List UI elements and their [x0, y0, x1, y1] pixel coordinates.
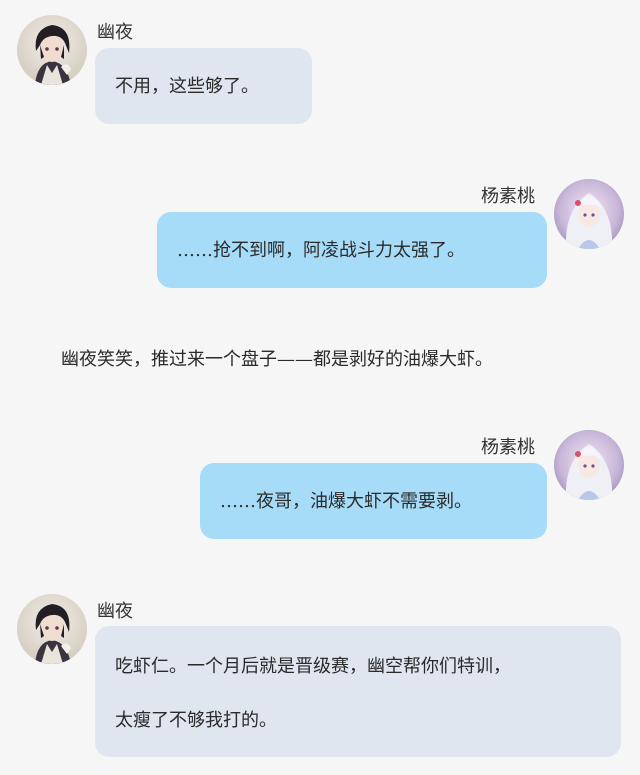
- sender-name: 幽夜: [97, 22, 133, 43]
- white-haired-girl-avatar-icon: [554, 430, 624, 500]
- message-bubble[interactable]: 吃虾仁。一个月后就是晋级赛，幽空帮你们特训， 太瘦了不够我打的。: [95, 626, 621, 757]
- dark-haired-boy-avatar-icon: [17, 15, 87, 85]
- narration-text: 幽夜笑笑，推过来一个盘子——都是剥好的油爆大虾。: [61, 349, 493, 370]
- message-bubble[interactable]: ……抢不到啊，阿凌战斗力太强了。: [157, 212, 547, 288]
- message-text: ……抢不到啊，阿凌战斗力太强了。: [177, 240, 465, 261]
- youye-avatar[interactable]: [17, 15, 87, 85]
- message-bubble[interactable]: 不用，这些够了。: [95, 48, 312, 124]
- message-text: ……夜哥，油爆大虾不需要剥。: [220, 491, 472, 512]
- youye-avatar[interactable]: [17, 594, 87, 664]
- sender-name: 杨素桃: [481, 437, 535, 458]
- yangsutao-avatar[interactable]: [554, 430, 624, 500]
- sender-name: 幽夜: [97, 601, 133, 622]
- white-haired-girl-avatar-icon: [554, 179, 624, 249]
- sender-name: 杨素桃: [481, 186, 535, 207]
- dark-haired-boy-avatar-icon: [17, 594, 87, 664]
- message-text: 不用，这些够了。: [115, 76, 259, 97]
- message-text-line-1: 吃虾仁。一个月后就是晋级赛，幽空帮你们特训，: [115, 656, 511, 677]
- message-bubble[interactable]: ……夜哥，油爆大虾不需要剥。: [200, 463, 547, 539]
- yangsutao-avatar[interactable]: [554, 179, 624, 249]
- message-text-line-2: 太瘦了不够我打的。: [115, 710, 277, 731]
